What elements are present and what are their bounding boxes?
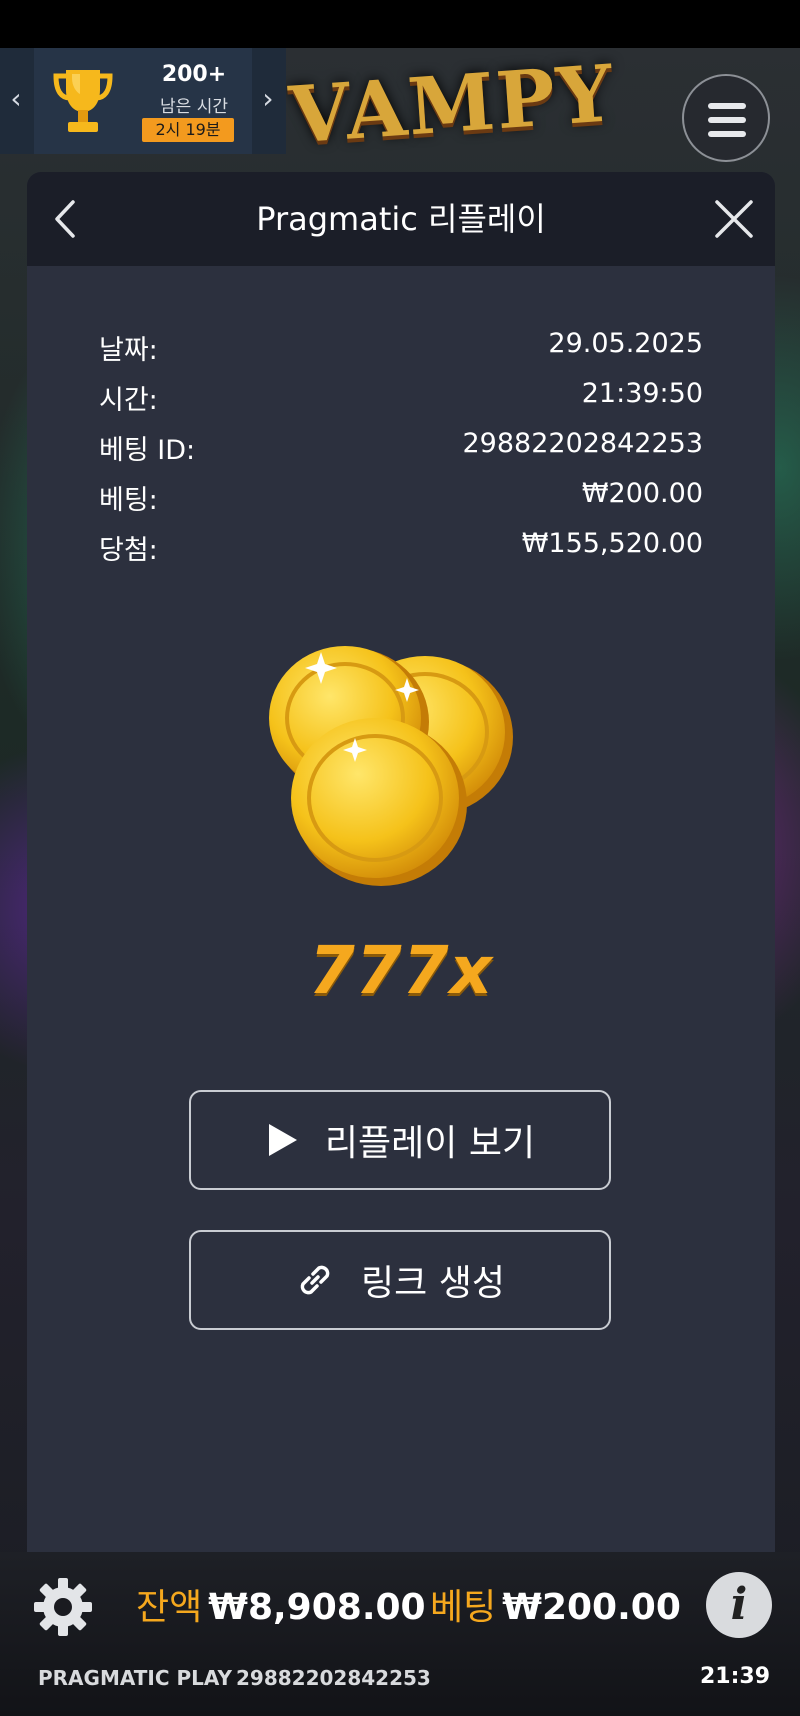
chevron-right-icon[interactable]: › <box>256 84 280 114</box>
watch-replay-label: 리플레이 보기 <box>324 1123 536 1164</box>
link-icon <box>300 1265 330 1295</box>
info-icon[interactable]: i <box>706 1572 772 1638</box>
tournament-timer-badge: 2시 19분 <box>142 118 234 142</box>
create-link-label: 링크 생성 <box>361 1263 505 1304</box>
info-row-date: 날짜: 29.05.2025 <box>99 322 703 372</box>
tournament-widget[interactable]: ‹ 200+ 남은 시간 2시 19분 › <box>0 48 286 154</box>
info-row-win: 당첨: ₩155,520.00 <box>99 522 703 572</box>
bet-info-table: 날짜: 29.05.2025 시간: 21:39:50 베팅 ID: 29882… <box>99 322 703 572</box>
gear-icon[interactable] <box>30 1574 96 1640</box>
coins-icon <box>269 646 513 886</box>
trophy-icon <box>53 70 113 132</box>
info-value: ₩200.00 <box>581 478 703 509</box>
bottom-bar: 잔액 ₩8,908.00 베팅 ₩200.00 i PRAGMATIC PLAY 2… <box>0 1552 800 1716</box>
info-row-bet-id: 베팅 ID: 29882202842253 <box>99 422 703 472</box>
game-logo: VAMPY <box>286 48 618 162</box>
info-label: 날짜: <box>99 335 158 366</box>
info-label: 당첨: <box>99 535 158 566</box>
info-label: 시간: <box>99 385 158 416</box>
play-icon <box>268 1124 297 1156</box>
info-row-time: 시간: 21:39:50 <box>99 372 703 422</box>
watch-replay-button[interactable]: 리플레이 보기 <box>189 1090 611 1190</box>
tournament-panel[interactable]: 200+ 남은 시간 2시 19분 <box>34 48 252 154</box>
balance-value: ₩8,908.00 <box>208 1587 426 1628</box>
status-bar-area <box>0 0 800 48</box>
round-id: 29882202842253 <box>236 1666 431 1690</box>
tournament-points: 200+ <box>161 62 227 87</box>
info-label: 베팅 ID: <box>99 435 196 466</box>
info-row-bet: 베팅: ₩200.00 <box>99 472 703 522</box>
info-value: 29.05.2025 <box>548 328 703 359</box>
close-icon[interactable] <box>709 194 759 244</box>
info-value: ₩155,520.00 <box>521 528 703 559</box>
win-multiplier: 777x <box>308 932 494 1009</box>
info-value: 21:39:50 <box>581 378 703 409</box>
create-link-button[interactable]: 링크 생성 <box>189 1230 611 1330</box>
hamburger-menu-icon[interactable] <box>682 74 770 162</box>
brand-label: PRAGMATIC PLAY <box>38 1666 232 1690</box>
clock: 21:39 <box>700 1664 771 1689</box>
chevron-left-icon[interactable]: ‹ <box>4 84 28 114</box>
info-value: 29882202842253 <box>462 428 704 459</box>
balance-label: 잔액 <box>136 1587 203 1628</box>
bet-display[interactable]: 베팅 ₩200.00 <box>430 1578 681 1630</box>
modal-header: Pragmatic 리플레이 <box>27 172 775 266</box>
back-chevron-icon[interactable] <box>41 194 91 244</box>
bet-value: ₩200.00 <box>502 1587 681 1628</box>
replay-modal: Pragmatic 리플레이 날짜: 29.05.2025 시간: 21:39:… <box>27 172 775 1552</box>
modal-title: Pragmatic 리플레이 <box>256 200 546 238</box>
tournament-remaining-label: 남은 시간 <box>160 97 228 117</box>
balance-display: 잔액 ₩8,908.00 <box>136 1578 426 1630</box>
info-glyph: i <box>730 1579 748 1630</box>
bet-label: 베팅 <box>430 1587 497 1628</box>
info-label: 베팅: <box>99 485 158 516</box>
